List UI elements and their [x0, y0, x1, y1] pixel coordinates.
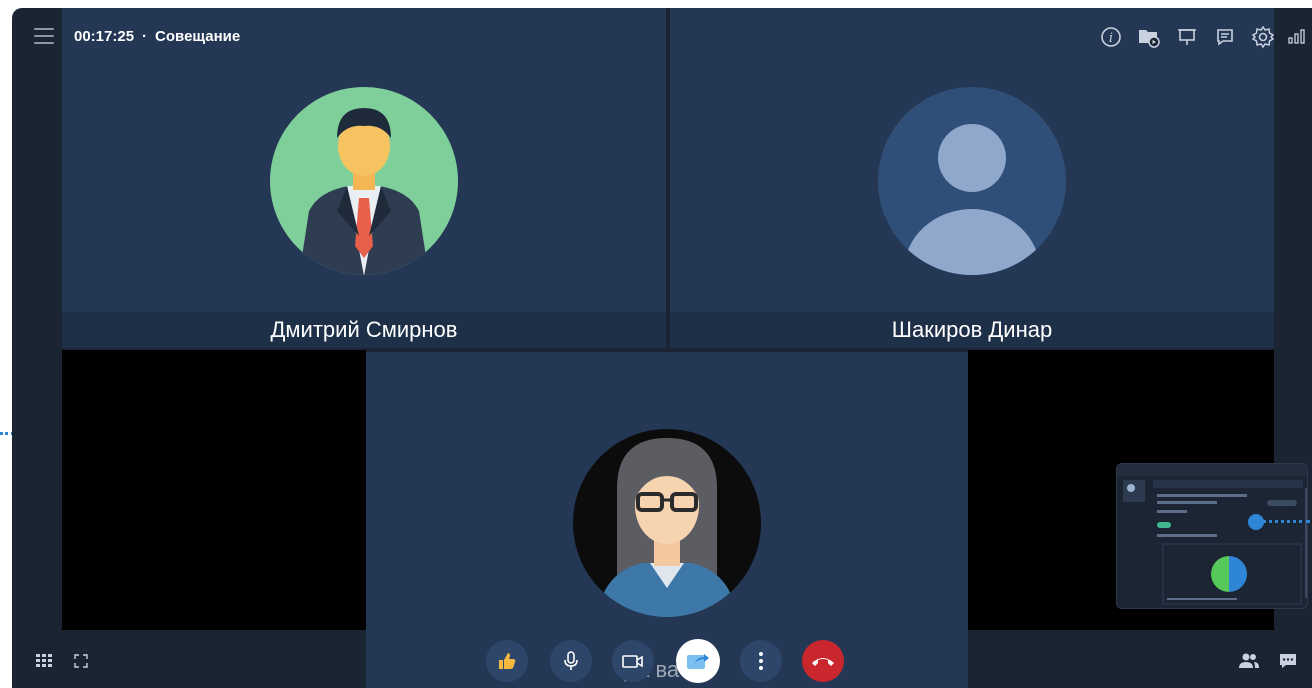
info-icon[interactable]: i	[1092, 24, 1130, 50]
participant-name: Шакиров Динар	[670, 312, 1274, 348]
camera-button[interactable]	[612, 640, 654, 682]
top-bar: 00:17:25 · Совещание i	[12, 8, 1312, 66]
meeting-header: 00:17:25 · Совещание	[74, 28, 240, 45]
man-in-suit-avatar	[270, 87, 458, 275]
chat-icon[interactable]	[1278, 652, 1298, 675]
svg-text:i: i	[1109, 31, 1113, 46]
microphone-button[interactable]	[550, 640, 592, 682]
folder-record-icon[interactable]	[1130, 24, 1168, 50]
chat-bubble-icon[interactable]	[1206, 24, 1244, 50]
screen-share-icon[interactable]	[1168, 24, 1206, 50]
hamburger-menu-icon[interactable]	[34, 28, 54, 44]
woman-with-glasses-avatar	[573, 429, 761, 617]
default-user-avatar	[878, 87, 1066, 275]
empty-video-area-left	[62, 350, 366, 630]
top-toolbar: i	[1092, 24, 1312, 50]
microphone-icon	[564, 651, 578, 670]
grid-view-icon[interactable]	[36, 654, 54, 673]
separator: ·	[142, 28, 148, 45]
more-options-button[interactable]	[740, 640, 782, 682]
bottom-control-bar	[12, 630, 1312, 688]
signal-icon[interactable]	[1282, 24, 1312, 50]
participant-name: Дмитрий Смирнов	[62, 312, 666, 348]
settings-icon[interactable]	[1244, 24, 1282, 50]
thumbs-up-button[interactable]	[486, 640, 528, 682]
call-timer: 00:17:25	[74, 28, 135, 45]
camera-icon	[622, 655, 643, 668]
share-screen-icon	[687, 654, 709, 669]
participants-icon[interactable]	[1238, 652, 1260, 675]
shared-screen-thumbnail	[1117, 464, 1307, 605]
end-call-button[interactable]	[802, 640, 844, 682]
fullscreen-icon[interactable]	[74, 654, 88, 673]
screen-share-preview[interactable]	[1116, 463, 1308, 609]
video-conference-window: Дмитрий Смирнов Шакиров Динар 00:17:25 ·…	[12, 8, 1312, 688]
share-screen-button[interactable]	[676, 639, 720, 683]
meeting-title: Совещание	[155, 28, 241, 45]
thumbs-up-icon	[499, 653, 516, 669]
more-vertical-icon	[759, 652, 763, 670]
pointer-dots-right	[1262, 520, 1310, 523]
hang-up-icon	[812, 658, 834, 666]
